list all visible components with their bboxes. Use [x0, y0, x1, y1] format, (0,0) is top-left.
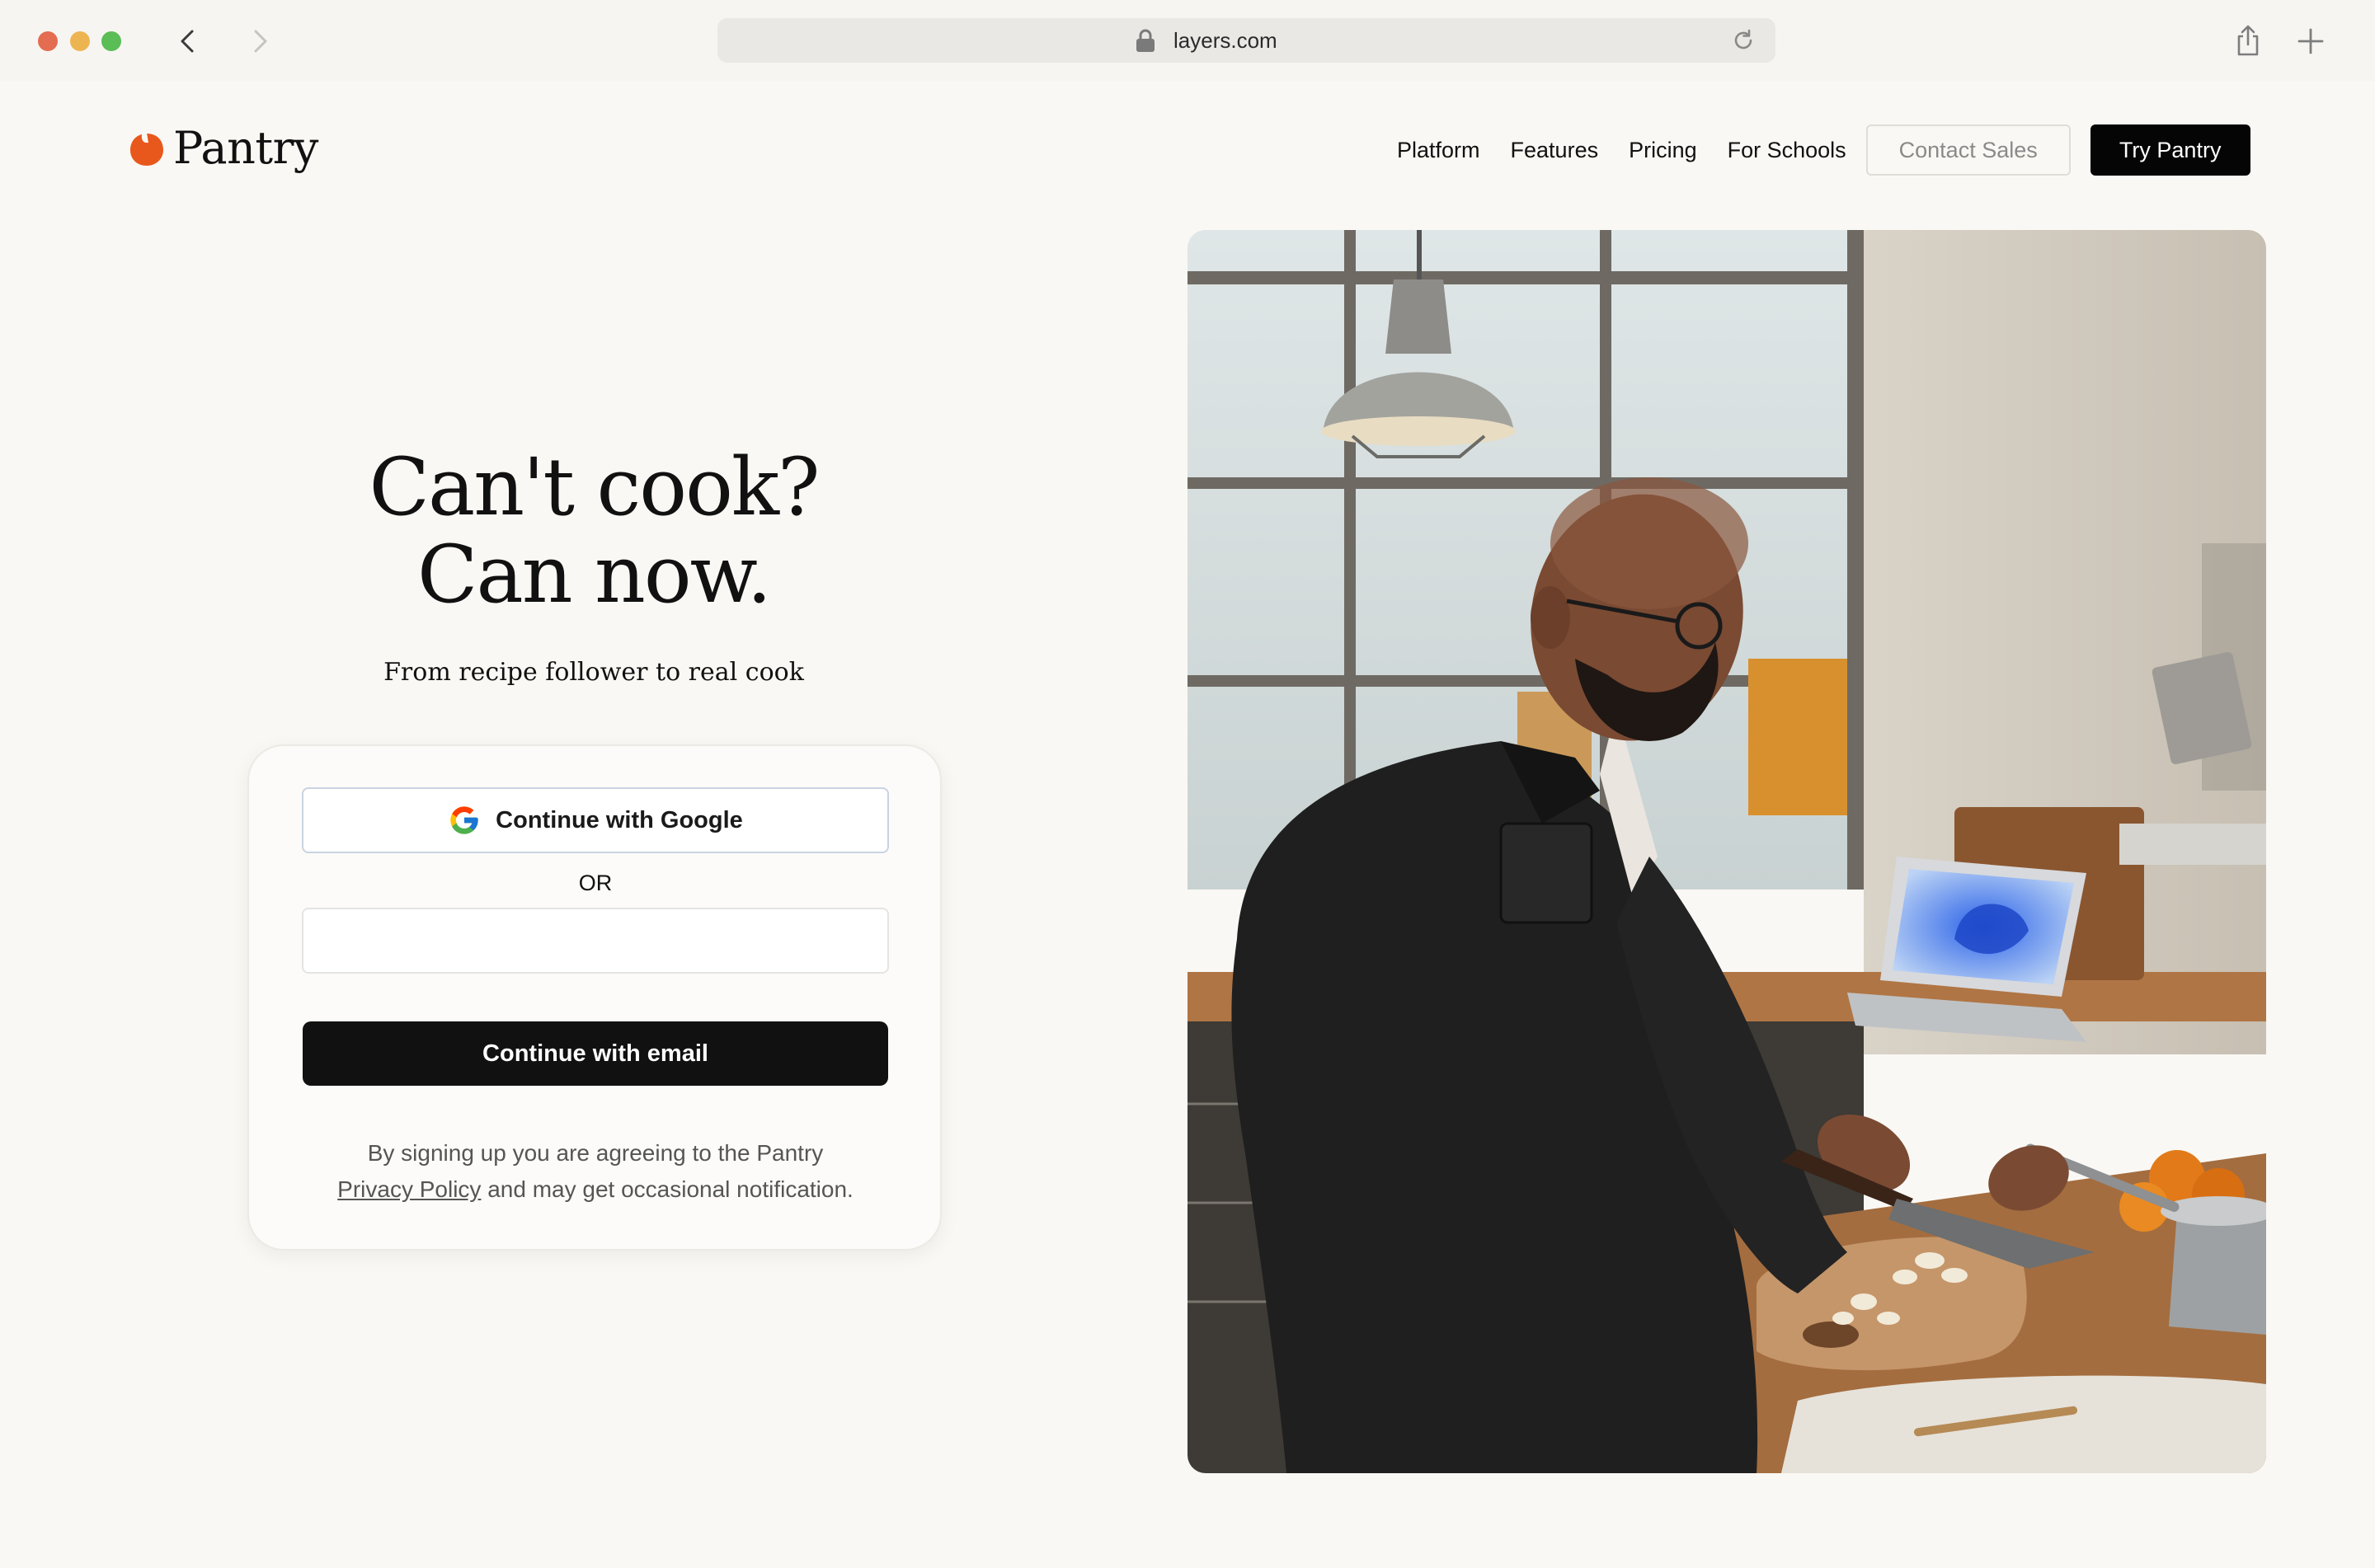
nav-pricing[interactable]: Pricing [1629, 124, 1697, 176]
forward-icon[interactable] [243, 25, 276, 58]
nav-for-schools[interactable]: For Schools [1728, 124, 1846, 176]
browser-toolbar: layers.com [0, 0, 2375, 81]
plus-icon[interactable] [2294, 25, 2327, 58]
hero-title-line-1: Can't cook? [369, 441, 821, 533]
nav-platform[interactable]: Platform [1397, 124, 1480, 176]
lock-icon [1134, 28, 1157, 53]
email-input[interactable] [302, 908, 889, 974]
legal-notice: By signing up you are agreeing to the Pa… [274, 1135, 917, 1208]
legal-prefix: By signing up you are agreeing to the Pa… [367, 1140, 824, 1166]
window-minimize-button[interactable] [70, 31, 90, 51]
back-icon[interactable] [172, 25, 205, 58]
top-navigation: Platform Features Pricing For Schools Co… [1397, 124, 2250, 176]
continue-with-email-button[interactable]: Continue with email [303, 1021, 888, 1086]
try-pantry-button[interactable]: Try Pantry [2090, 124, 2250, 176]
url-text: layers.com [1173, 28, 1277, 53]
continue-with-google-button[interactable]: Continue with Google [302, 787, 889, 853]
google-icon [448, 804, 481, 837]
hero-title-line-2: Can now. [417, 528, 772, 621]
window-zoom-button[interactable] [101, 31, 121, 51]
privacy-policy-link[interactable]: Privacy Policy [337, 1176, 481, 1202]
window-close-button[interactable] [38, 31, 58, 51]
brand-name: Pantry [173, 121, 318, 174]
address-bar[interactable]: layers.com [717, 18, 1775, 63]
nav-features[interactable]: Features [1511, 124, 1599, 176]
continue-with-google-label: Continue with Google [496, 806, 743, 833]
hero-title: Can't cook? Can now. [247, 444, 940, 618]
hero-subtitle: From recipe follower to real cook [383, 658, 804, 687]
signup-card: Continue with Google OR Continue with em… [247, 744, 942, 1251]
legal-suffix: and may get occasional notification. [487, 1176, 854, 1202]
pantry-logo-icon [129, 129, 165, 167]
pantry-logo[interactable]: Pantry [129, 120, 318, 175]
or-divider: OR [578, 871, 613, 895]
contact-sales-button[interactable]: Contact Sales [1865, 124, 2071, 176]
hero-photo [1188, 230, 2266, 1473]
reload-icon[interactable] [1731, 28, 1756, 53]
share-icon[interactable] [2232, 23, 2264, 59]
